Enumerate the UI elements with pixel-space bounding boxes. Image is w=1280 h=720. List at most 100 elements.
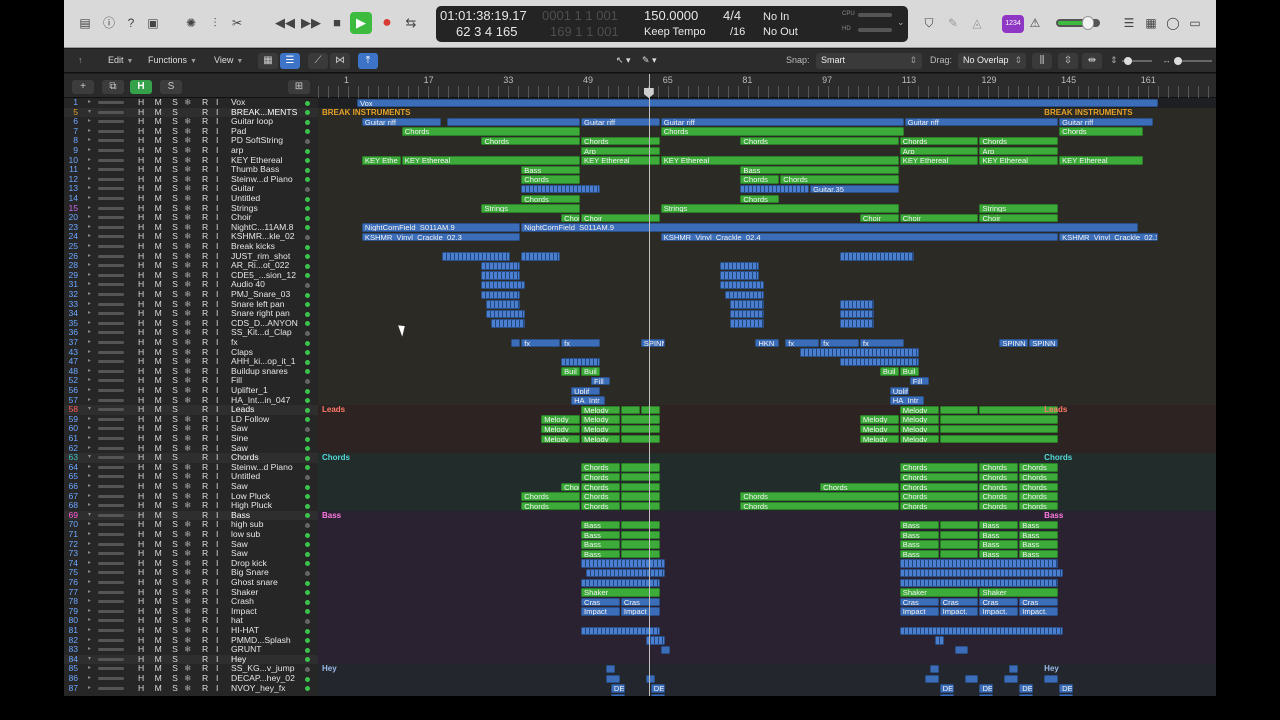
snap-select[interactable]: Smart ⇕ — [816, 53, 922, 69]
track-volume-slider[interactable] — [98, 494, 124, 498]
grid-view-icon[interactable]: ▦ — [258, 53, 278, 69]
region[interactable] — [486, 300, 521, 309]
region[interactable]: Melody — [541, 424, 581, 434]
track-on-indicator[interactable] — [305, 225, 310, 231]
track-on-indicator[interactable] — [305, 446, 310, 452]
tracks-area[interactable]: Vox Guitar riff Guitar riff Guitar riff Guit… — [318, 98, 1216, 696]
region[interactable] — [620, 549, 660, 559]
region[interactable] — [899, 578, 1059, 588]
region[interactable]: Chords — [740, 194, 780, 204]
track-on-indicator[interactable] — [305, 359, 310, 365]
region[interactable] — [620, 424, 660, 434]
region[interactable]: HKN — [755, 338, 780, 348]
solo-toggle-button[interactable]: S — [160, 80, 182, 94]
region[interactable]: Bass — [581, 520, 620, 530]
track-row[interactable]: 64 ▸ H M S ❄ R I Steinw...d Piano — [64, 462, 318, 473]
track-row[interactable]: 5 ▾ H M S R I BREAK...MENTS — [64, 107, 318, 118]
track-volume-slider[interactable] — [98, 686, 124, 690]
track-icon[interactable]: ▸ — [88, 636, 91, 646]
track-icon[interactable]: ▸ — [88, 588, 91, 598]
region[interactable]: Melody — [899, 434, 939, 444]
region[interactable]: Melody — [581, 415, 620, 424]
hide-toggle-button[interactable]: H — [130, 80, 152, 94]
track-row[interactable]: 65 ▸ H M S ❄ R I Untitled — [64, 472, 318, 482]
track-on-indicator[interactable] — [305, 474, 310, 480]
region[interactable] — [620, 520, 660, 530]
track-volume-slider[interactable] — [98, 437, 124, 440]
track-on-indicator[interactable] — [305, 647, 310, 653]
region[interactable] — [620, 482, 660, 492]
region[interactable]: Chords — [899, 492, 979, 501]
track-volume-slider[interactable] — [98, 465, 124, 469]
region[interactable] — [486, 309, 526, 319]
track-volume-slider[interactable] — [98, 360, 124, 364]
region[interactable]: Choir — [899, 213, 979, 223]
region[interactable]: Chords — [581, 492, 620, 501]
play-button[interactable]: ▶ — [350, 12, 372, 34]
track-on-indicator[interactable] — [305, 302, 310, 308]
region[interactable]: Chords — [401, 127, 581, 136]
track-volume-slider[interactable] — [98, 341, 124, 344]
track-volume-slider[interactable] — [98, 523, 124, 527]
region[interactable]: Buil — [899, 367, 919, 376]
pointer-tool[interactable]: ↖ ▾ — [616, 55, 631, 66]
region[interactable]: Guitar riff — [660, 117, 904, 127]
track-icon[interactable]: ▸ — [88, 520, 91, 530]
track-row[interactable]: 13 ▸ H M S ❄ R I Guitar — [64, 184, 318, 194]
loop-browser-icon[interactable]: ◯ — [1164, 14, 1182, 32]
track-icon[interactable]: ▸ — [88, 328, 91, 338]
region[interactable] — [899, 559, 1059, 568]
forward-button[interactable]: ▶▶ — [300, 12, 322, 34]
region[interactable]: Chords — [899, 472, 979, 482]
region[interactable] — [481, 261, 521, 271]
track-on-indicator[interactable] — [305, 398, 310, 404]
region[interactable]: Bass — [1019, 520, 1059, 530]
track-volume-slider[interactable] — [98, 398, 124, 402]
region[interactable]: Choir — [859, 213, 899, 223]
region[interactable] — [730, 309, 765, 319]
track-volume-slider[interactable] — [98, 533, 124, 536]
track-row[interactable]: 79 ▸ H M S ❄ R I Impact — [64, 606, 318, 617]
region[interactable]: Fill — [909, 376, 929, 386]
region[interactable] — [521, 252, 561, 261]
region[interactable]: Bass — [1019, 549, 1059, 559]
track-volume-slider[interactable] — [98, 312, 124, 316]
track-row[interactable]: 59 ▸ H M S ❄ R I LD Follow — [64, 414, 318, 425]
region[interactable] — [481, 280, 526, 290]
automation-icon[interactable]: ⟋ — [308, 53, 328, 69]
region[interactable] — [800, 348, 919, 357]
record-enable-button[interactable]: R — [202, 683, 208, 694]
region[interactable] — [441, 252, 511, 261]
region[interactable]: Bass — [581, 540, 620, 549]
region[interactable] — [730, 319, 765, 328]
track-on-indicator[interactable] — [305, 532, 310, 538]
region[interactable] — [939, 405, 979, 415]
track-row[interactable]: 82 ▸ H M S ❄ R I PMMD...Splash — [64, 635, 318, 646]
track-on-indicator[interactable] — [305, 138, 310, 144]
track-icon[interactable]: ▸ — [88, 117, 91, 127]
track-on-indicator[interactable] — [305, 311, 310, 317]
track-volume-slider[interactable] — [98, 168, 124, 172]
track-icon[interactable]: ▸ — [88, 194, 91, 204]
view-menu[interactable]: View ▼ — [214, 55, 243, 65]
track-volume-slider[interactable] — [98, 321, 124, 325]
region[interactable] — [720, 280, 765, 290]
region[interactable]: KEY Ethereal — [1059, 156, 1143, 165]
region[interactable]: Fill — [591, 376, 610, 386]
region[interactable]: Bass — [979, 520, 1019, 530]
freeze-icon[interactable]: ❄ — [184, 645, 191, 655]
track-row[interactable]: 72 ▸ H M S ❄ R I Saw — [64, 539, 318, 550]
lcd-chevron-icon[interactable]: ⌄ — [897, 17, 905, 28]
region[interactable]: DE — [979, 684, 994, 693]
track-on-indicator[interactable] — [305, 686, 310, 692]
track-row[interactable]: 37 ▸ H M S ❄ R Ifx — [64, 337, 318, 348]
region[interactable]: KEY Ethereal — [660, 156, 899, 165]
library-icon[interactable]: ▤ — [76, 14, 94, 32]
region[interactable]: Impact. — [979, 607, 1019, 616]
track-row[interactable]: 69 ▾ H M S R I Bass — [64, 510, 318, 521]
folder-disclosure-icon[interactable]: ▾ — [88, 108, 91, 118]
functions-menu[interactable]: Functions ▼ — [148, 55, 197, 65]
region[interactable]: Guitar riff — [904, 117, 1059, 127]
track-row[interactable]: 6 ▸ H M S ❄ R I Guitar loop — [64, 117, 318, 127]
track-volume-slider[interactable] — [98, 600, 124, 604]
